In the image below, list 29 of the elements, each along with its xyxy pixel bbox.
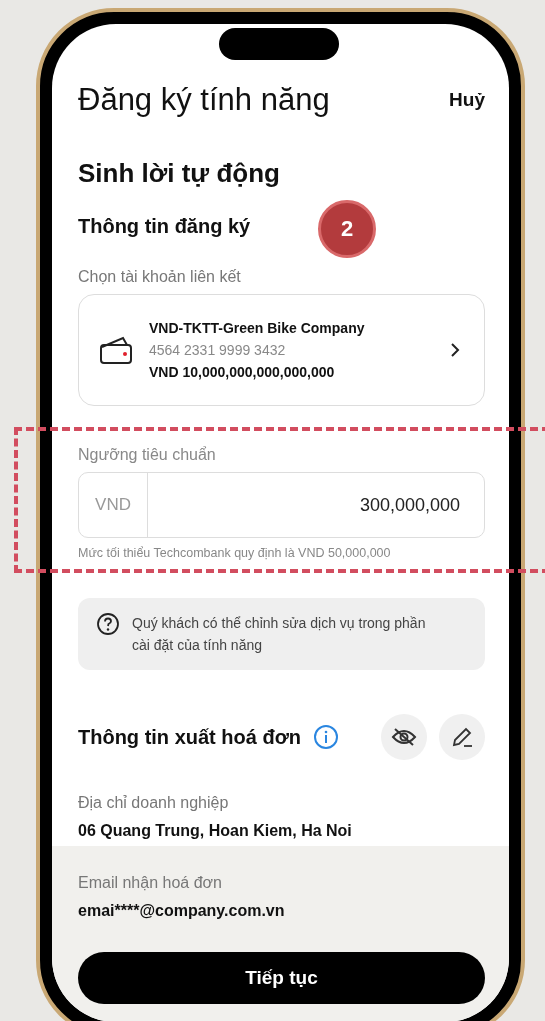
eye-off-icon [391, 727, 417, 747]
account-card[interactable]: VND-TKTT-Green Bike Company 4564 2331 9999 3432 VND 10,000,000,000,000,000 [78, 294, 485, 406]
account-number: 4564 2331 9999 3432 [149, 342, 287, 358]
section-heading: Thông tin xuất hoá đơn [78, 725, 302, 749]
wallet-icon [99, 335, 133, 365]
field-value: 06 Quang Trung, Hoan Kiem, Ha Noi [78, 822, 352, 840]
threshold-field[interactable]: VND 300,000,000 [78, 472, 485, 538]
cancel-button[interactable]: Huỷ [449, 89, 485, 111]
help-icon [96, 612, 120, 636]
continue-button[interactable]: Tiếp tục [78, 952, 485, 1004]
account-balance: VND 10,000,000,000,000,000 [149, 364, 336, 380]
account-name: VND-TKTT-Green Bike Company [149, 320, 366, 336]
currency-label: VND [79, 473, 148, 537]
field-label: Email nhận hoá đơn [78, 874, 222, 892]
field-label: Địa chỉ doanh nghiệp [78, 794, 229, 812]
chevron-right-icon [450, 342, 460, 358]
info-icon[interactable] [313, 724, 340, 750]
section-title: Sinh lời tự động [78, 158, 280, 189]
notice-text: Quý khách có thể chỉnh sửa dịch vụ trong phần cài đặt của tính năng [132, 614, 427, 655]
amount-input[interactable]: 300,000,000 [148, 473, 484, 537]
pencil-icon [450, 725, 474, 749]
hide-button[interactable] [381, 714, 427, 760]
field-label: Chọn tài khoản liên kết [78, 268, 241, 286]
threshold-hint: Mức tối thiểu Techcombank quy định là VND 50,000,000 [78, 546, 391, 560]
section-heading: Thông tin đăng ký [78, 215, 251, 238]
page-title: Đăng ký tính năng [78, 82, 330, 118]
edit-button[interactable] [439, 714, 485, 760]
field-value: emai****@company.com.vn [78, 902, 285, 920]
field-label: Ngưỡng tiêu chuẩn [78, 446, 216, 464]
